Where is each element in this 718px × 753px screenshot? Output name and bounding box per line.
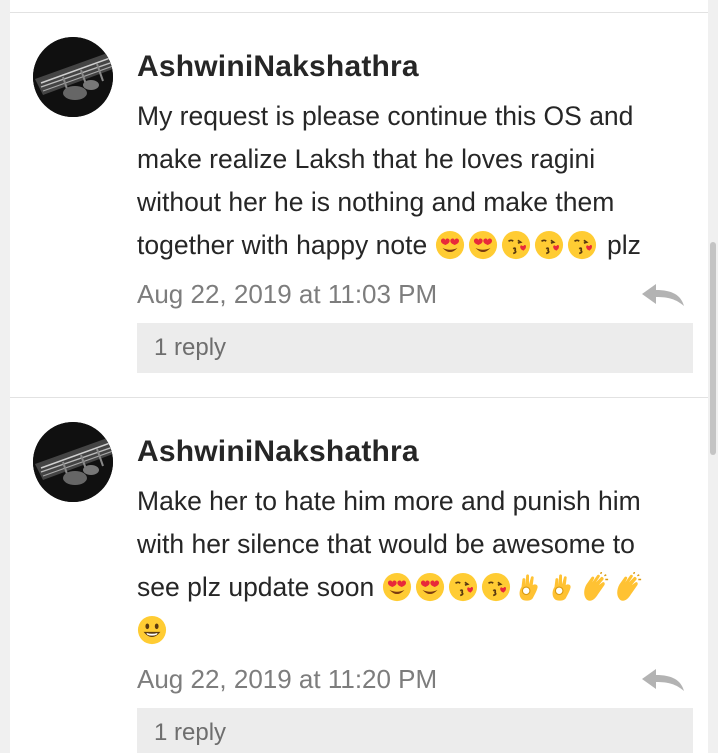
comment-author[interactable]: AshwiniNakshathra xyxy=(137,50,419,84)
comment-line: see plz update soon xyxy=(137,572,375,602)
emoji-row xyxy=(435,230,600,260)
kissing-heart-emoji xyxy=(567,230,596,260)
comment-line-with-emoji: together with happy note plz xyxy=(137,224,693,267)
kissing-heart-emoji xyxy=(534,230,563,260)
heart-eyes-emoji xyxy=(468,230,497,260)
ok-hand-emoji xyxy=(519,574,538,601)
avatar[interactable] xyxy=(33,422,113,502)
comments-page: AshwiniNakshathra My request is please c… xyxy=(0,0,718,753)
comment-timestamp[interactable]: Aug 22, 2019 at 11:03 PM xyxy=(137,279,437,310)
comment-body: Make her to hate him more and punish him… xyxy=(137,480,693,652)
heart-eyes-emoji xyxy=(435,230,464,260)
clapping-hands-emoji xyxy=(616,572,641,601)
comment-line: My request is please continue this OS an… xyxy=(137,101,634,131)
avatar[interactable] xyxy=(33,37,113,117)
comments-panel: AshwiniNakshathra My request is please c… xyxy=(10,0,708,753)
comment-timestamp[interactable]: Aug 22, 2019 at 11:20 PM xyxy=(137,664,437,695)
ok-hand-emoji xyxy=(552,574,571,601)
smiley-emoji xyxy=(137,615,167,645)
heart-eyes-emoji xyxy=(415,572,444,602)
scrollbar[interactable] xyxy=(710,242,716,455)
emoji-row xyxy=(382,572,646,602)
comment-divider xyxy=(10,397,708,398)
comment-line-with-emoji: see plz update soon xyxy=(137,566,693,609)
comment-line: Make her to hate him more and punish him xyxy=(137,486,641,516)
comment-trailing-text: plz xyxy=(606,230,641,260)
kissing-heart-emoji xyxy=(448,572,477,602)
comment-line: make realize Laksh that he loves ragini xyxy=(137,144,596,174)
comment-line: with her silence that would be awesome t… xyxy=(137,529,635,559)
comment-line-emoji-only xyxy=(137,609,693,652)
comment-body: My request is please continue this OS an… xyxy=(137,95,693,267)
replies-button[interactable]: 1 reply xyxy=(137,323,693,373)
replies-count-label: 1 reply xyxy=(154,719,227,746)
replies-count-label: 1 reply xyxy=(154,334,227,361)
reply-icon[interactable] xyxy=(640,282,686,308)
comment-line: without her he is nothing and make them xyxy=(137,187,615,217)
replies-button[interactable]: 1 reply xyxy=(137,708,693,753)
clapping-hands-emoji xyxy=(583,572,608,601)
comment-line: together with happy note xyxy=(137,230,428,260)
reply-icon[interactable] xyxy=(640,667,686,693)
kissing-heart-emoji xyxy=(501,230,530,260)
kissing-heart-emoji xyxy=(481,572,510,602)
heart-eyes-emoji xyxy=(382,572,411,602)
comment-author[interactable]: AshwiniNakshathra xyxy=(137,435,419,469)
top-divider xyxy=(10,12,708,13)
